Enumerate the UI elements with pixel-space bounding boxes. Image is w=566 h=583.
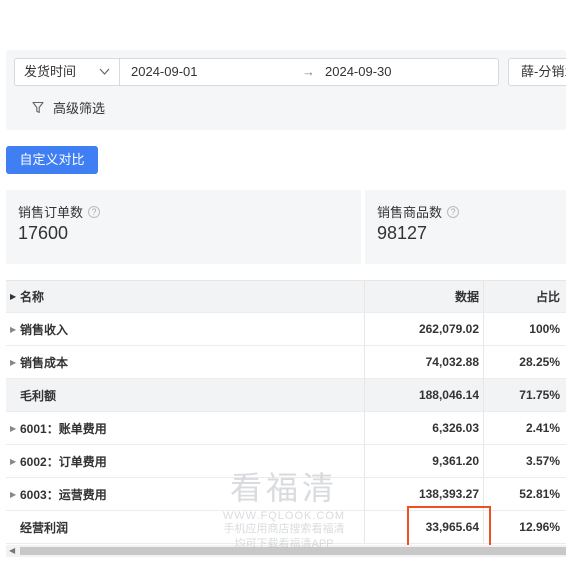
table-row[interactable]: ▶ 销售成本 74,032.88 28.25% [6, 346, 566, 379]
advanced-filter-label: 高级筛选 [53, 101, 106, 116]
expand-icon[interactable]: ▶ [10, 358, 20, 367]
expand-icon[interactable]: ▶ [10, 457, 20, 466]
table-row[interactable]: ▶ 销售收入 262,079.02 100% [6, 313, 566, 346]
metric-value: 98127 [377, 223, 428, 243]
metric-label: 销售商品数 [377, 205, 443, 220]
chevron-down-icon [99, 59, 110, 95]
help-icon[interactable]: ? [88, 205, 101, 218]
row-value: 262,079.02 [365, 313, 484, 345]
row-name: 经营利润 [20, 520, 69, 535]
metric-label: 销售订单数 [18, 205, 84, 220]
date-range-picker[interactable]: 2024-09-01 → 2024-09-30 [119, 58, 499, 86]
row-name: 6001：账单费用 [20, 421, 107, 436]
horizontal-scrollbar[interactable]: ◀ [6, 545, 566, 557]
filter-panel: 发货时间 2024-09-01 → 2024-09-30 薛-分销1, 高级筛选 [6, 50, 566, 130]
expand-all-icon[interactable]: ▶ [10, 292, 20, 301]
table-header-row: ▶ 名称 数据 占比 [6, 281, 566, 313]
range-arrow-icon: → [302, 64, 315, 79]
row-ratio: 12.96% [519, 520, 560, 534]
start-date[interactable]: 2024-09-01 [131, 59, 198, 85]
end-date[interactable]: 2024-09-30 [325, 59, 392, 85]
row-name: 6002：订单费用 [20, 454, 107, 469]
row-ratio: 52.81% [519, 487, 560, 501]
metric-value: 17600 [18, 223, 69, 243]
metric-card-orders: 销售订单数 ? 17600 [6, 190, 361, 264]
operating-profit-highlight-box [407, 506, 491, 550]
row-value: 9,361.20 [365, 445, 484, 477]
distribution-select-value: 薛-分销1, [521, 64, 566, 79]
date-field-label: 发货时间 [24, 64, 77, 79]
funnel-icon [32, 101, 44, 114]
row-name: 销售收入 [20, 322, 69, 337]
scroll-left-icon[interactable]: ◀ [9, 545, 15, 557]
row-ratio: 100% [529, 322, 560, 336]
row-ratio: 71.75% [519, 388, 560, 402]
column-header-data[interactable]: 数据 [365, 281, 484, 312]
distribution-select[interactable]: 薛-分销1, [508, 58, 566, 86]
expand-icon[interactable]: ▶ [10, 490, 20, 499]
row-name: 6003：运营费用 [20, 487, 107, 502]
row-ratio: 3.57% [525, 454, 560, 468]
advanced-filter-button[interactable]: 高级筛选 [32, 98, 105, 117]
row-ratio: 2.41% [525, 421, 560, 435]
row-value: 6,326.03 [365, 412, 484, 444]
expand-icon[interactable]: ▶ [10, 325, 20, 334]
table-row[interactable]: ▶ 6001：账单费用 6,326.03 2.41% [6, 412, 566, 445]
row-name: 销售成本 [20, 355, 69, 370]
table-row[interactable]: ▶ 6002：订单费用 9,361.20 3.57% [6, 445, 566, 478]
scrollbar-thumb[interactable] [20, 547, 566, 555]
column-header-ratio[interactable]: 占比 [484, 281, 566, 312]
row-name: 毛利额 [20, 388, 57, 403]
row-value: 74,032.88 [365, 346, 484, 378]
custom-compare-button[interactable]: 自定义对比 [6, 146, 98, 174]
row-value: 188,046.14 [365, 379, 484, 411]
help-icon[interactable]: ? [447, 205, 460, 218]
table-row[interactable]: 毛利额 188,046.14 71.75% [6, 379, 566, 412]
column-header-name: 名称 [20, 290, 45, 304]
metric-card-items: 销售商品数 ? 98127 [365, 190, 566, 264]
row-ratio: 28.25% [519, 355, 560, 369]
expand-icon[interactable]: ▶ [10, 424, 20, 433]
date-field-select[interactable]: 发货时间 [14, 58, 120, 86]
